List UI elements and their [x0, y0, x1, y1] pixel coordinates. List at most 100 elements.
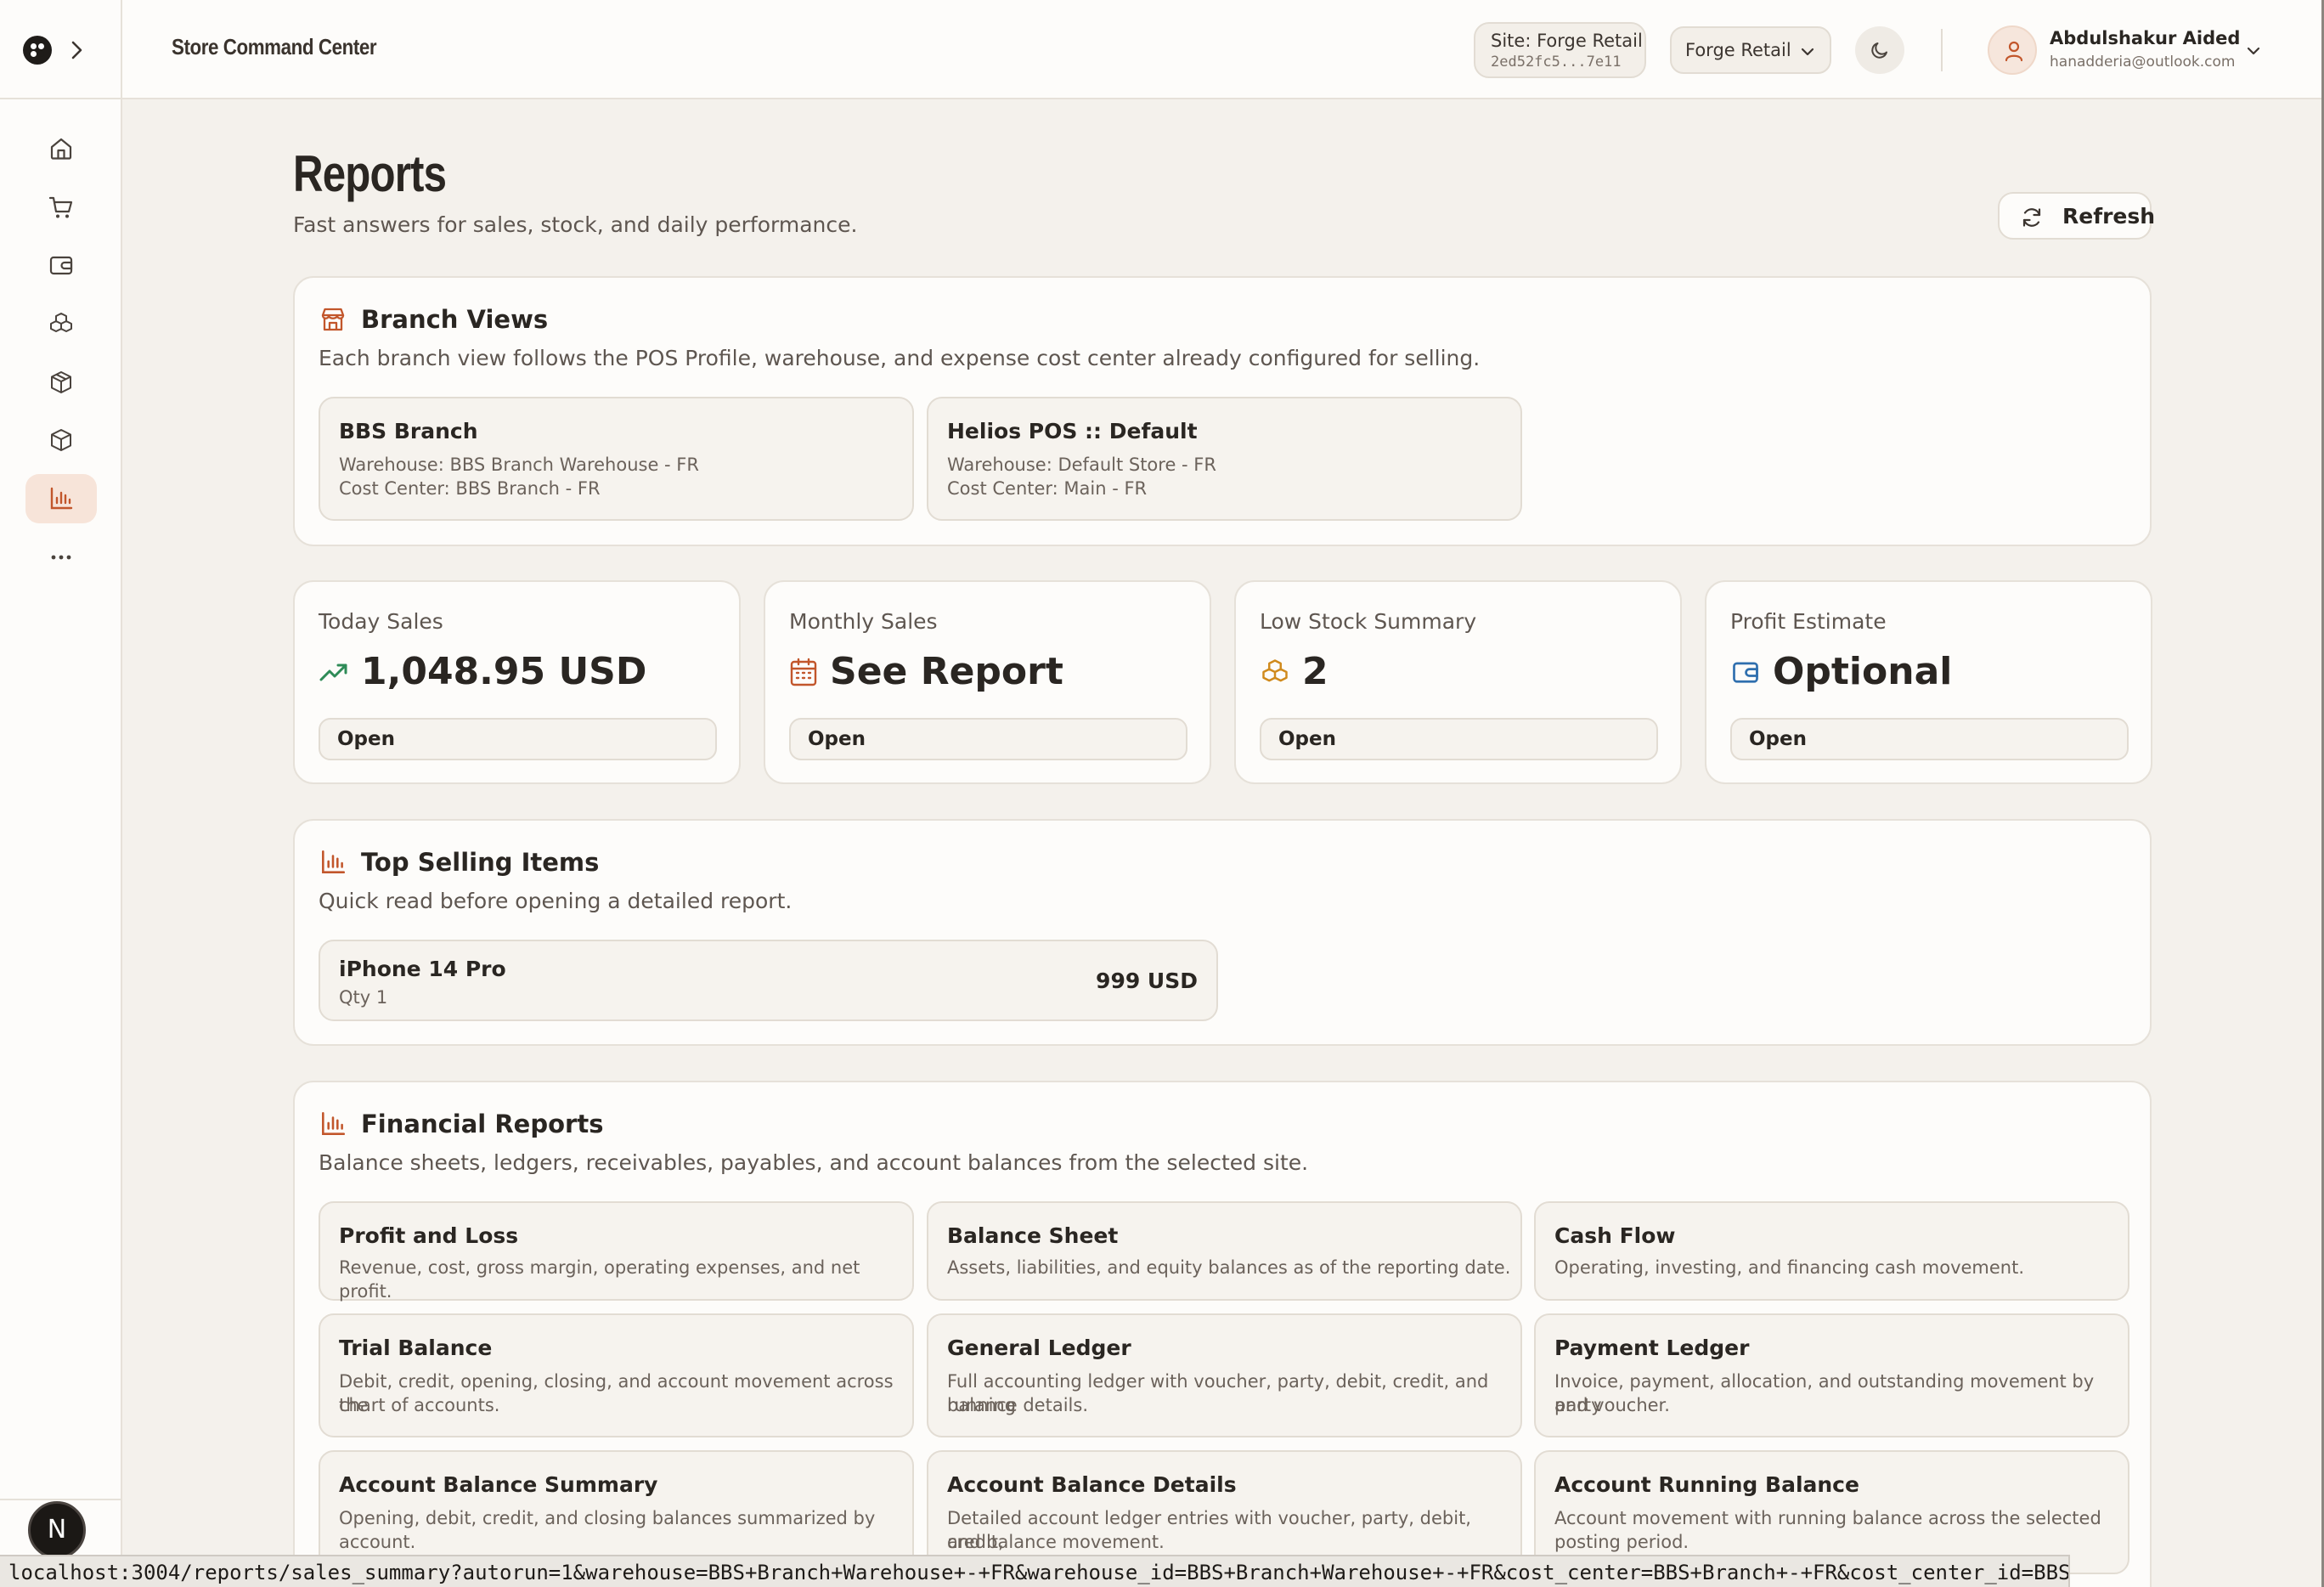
open-button[interactable]: Open: [789, 718, 1187, 760]
bar-chart-icon: [322, 1111, 346, 1135]
sidebar: [0, 99, 122, 1587]
stat-label: Monthly Sales: [789, 609, 938, 634]
app-title: Store Command Center: [172, 34, 377, 59]
user-name[interactable]: Abdulshakur Aided: [2050, 28, 2240, 48]
report-title: Account Balance Details: [947, 1472, 1237, 1497]
avatar[interactable]: [1988, 25, 2037, 75]
report-description: Assets, liabilities, and equity balances…: [947, 1257, 1511, 1278]
report-description: Operating, investing, and financing cash…: [1554, 1257, 2025, 1278]
nav-inventory[interactable]: [25, 299, 97, 348]
open-button[interactable]: Open: [1260, 718, 1658, 760]
branch-name: Helios POS :: Default: [947, 419, 1198, 443]
moon-icon: [1871, 42, 1887, 59]
report-tile-payment-ledger[interactable]: Payment Ledger Invoice, payment, allocat…: [1534, 1313, 2129, 1437]
more-icon: [51, 555, 71, 560]
section-title: Financial Reports: [361, 1110, 604, 1138]
boxes-icon: [50, 313, 72, 332]
report-tile-profit-and-loss[interactable]: Profit and Loss Revenue, cost, gross mar…: [319, 1201, 914, 1302]
stat-value-row: Optional: [1730, 650, 1952, 693]
report-tile-balance-sheet[interactable]: Balance Sheet Assets, liabilities, and e…: [927, 1201, 1522, 1301]
top-item-row[interactable]: iPhone 14 Pro Qty 1 999 USD: [319, 940, 1218, 1021]
nav-products[interactable]: [25, 415, 97, 465]
branch-warehouse: Warehouse: Default Store - FR: [947, 455, 1216, 475]
section-title: Top Selling Items: [361, 848, 600, 877]
rail-divider: [0, 1499, 122, 1500]
organization-select[interactable]: Forge Retail: [1670, 26, 1831, 74]
bar-chart-icon: [322, 850, 346, 873]
open-button[interactable]: Open: [319, 718, 717, 760]
section-title: Branch Views: [361, 305, 549, 334]
report-description: chart of accounts.: [339, 1395, 500, 1415]
package-open-icon: [51, 371, 71, 393]
page-title: Reports: [293, 145, 447, 202]
section-description: Each branch view follows the POS Profile…: [319, 346, 1481, 370]
site-label: Site: Forge Retail: [1491, 31, 1643, 51]
report-description: balance details.: [947, 1395, 1088, 1415]
nav-reports[interactable]: [25, 474, 97, 523]
top-selling-header: Top Selling Items: [319, 848, 599, 877]
package-icon: [51, 429, 71, 451]
item-qty: Qty 1: [339, 987, 388, 1008]
report-description: Opening, debit, credit, and closing bala…: [339, 1508, 876, 1528]
branch-views-header: Branch Views: [319, 305, 548, 334]
home-icon: [50, 138, 72, 160]
nav-sales[interactable]: [25, 183, 97, 232]
branch-warehouse: Warehouse: BBS Branch Warehouse - FR: [339, 455, 699, 475]
top-selling-card: Top Selling Items Quick read before open…: [293, 819, 2152, 1046]
nav-receiving[interactable]: [25, 358, 97, 407]
page-subtitle: Fast answers for sales, stock, and daily…: [293, 212, 858, 237]
report-description: Revenue, cost, gross margin, operating e…: [339, 1257, 860, 1302]
report-tile-cash-flow[interactable]: Cash Flow Operating, investing, and fina…: [1534, 1201, 2129, 1301]
boxes-icon: [1262, 658, 1288, 681]
report-description: and balance movement.: [947, 1532, 1165, 1552]
section-description: Quick read before opening a detailed rep…: [319, 889, 793, 913]
report-description: Account movement with running balance ac…: [1554, 1508, 2101, 1528]
stat-value: See Report: [830, 650, 1063, 693]
stat-value-row: See Report: [789, 650, 1063, 693]
stat-label: Profit Estimate: [1730, 609, 1887, 634]
nav-home[interactable]: [25, 124, 97, 173]
report-tile-general-ledger[interactable]: General Ledger Full accounting ledger wi…: [927, 1313, 1522, 1437]
branch-cost-center: Cost Center: BBS Branch - FR: [339, 478, 601, 499]
chevron-down-icon: [1801, 48, 1814, 56]
stat-label: Low Stock Summary: [1260, 609, 1477, 634]
report-title: Account Running Balance: [1554, 1472, 1859, 1497]
wallet-icon: [1733, 662, 1758, 683]
branch-tile[interactable]: Helios POS :: Default Warehouse: Default…: [927, 397, 1522, 521]
site-indicator[interactable]: Site: Forge Retail 2ed52fc5...7e11: [1474, 22, 1646, 78]
stat-value: Optional: [1773, 650, 1953, 693]
stat-card-today-sales: Today Sales 1,048.95 USD Open: [293, 580, 741, 784]
nav-more[interactable]: [25, 533, 97, 582]
expand-sidebar-icon[interactable]: [66, 37, 88, 63]
report-title: Trial Balance: [339, 1336, 493, 1360]
report-title: General Ledger: [947, 1336, 1131, 1360]
stat-card-profit-estimate: Profit Estimate Optional Open: [1705, 580, 2152, 784]
section-description: Balance sheets, ledgers, receivables, pa…: [319, 1150, 1309, 1175]
open-button[interactable]: Open: [1730, 718, 2129, 760]
nav-wallet[interactable]: [25, 240, 97, 290]
branch-tile[interactable]: BBS Branch Warehouse: BBS Branch Warehou…: [319, 397, 914, 521]
refresh-icon: [2022, 208, 2041, 227]
user-menu-chevron-icon[interactable]: [2245, 42, 2262, 59]
cart-icon: [48, 196, 73, 218]
financial-reports-header: Financial Reports: [319, 1110, 603, 1138]
stat-value-row: 2: [1260, 650, 1328, 693]
header-divider: [1941, 29, 1943, 71]
store-icon: [321, 308, 345, 331]
report-tile-trial-balance[interactable]: Trial Balance Debit, credit, opening, cl…: [319, 1313, 914, 1437]
user-icon: [2005, 41, 2023, 62]
bar-chart-icon: [50, 487, 73, 510]
report-title: Payment Ledger: [1554, 1336, 1750, 1360]
report-title: Balance Sheet: [947, 1223, 1119, 1248]
app-logo-icon[interactable]: [23, 36, 52, 65]
stat-card-monthly-sales: Monthly Sales See Report Open: [764, 580, 1211, 784]
dev-tools-badge[interactable]: N: [28, 1501, 86, 1559]
refresh-button[interactable]: Refresh: [1998, 192, 2155, 240]
site-id: 2ed52fc5...7e11: [1491, 54, 1622, 71]
report-description: posting period.: [1554, 1532, 1689, 1552]
branch-cost-center: Cost Center: Main - FR: [947, 478, 1148, 499]
report-title: Profit and Loss: [339, 1223, 519, 1248]
report-description: account.: [339, 1532, 416, 1552]
theme-toggle-button[interactable]: [1855, 26, 1904, 74]
rail-header: [0, 0, 122, 99]
